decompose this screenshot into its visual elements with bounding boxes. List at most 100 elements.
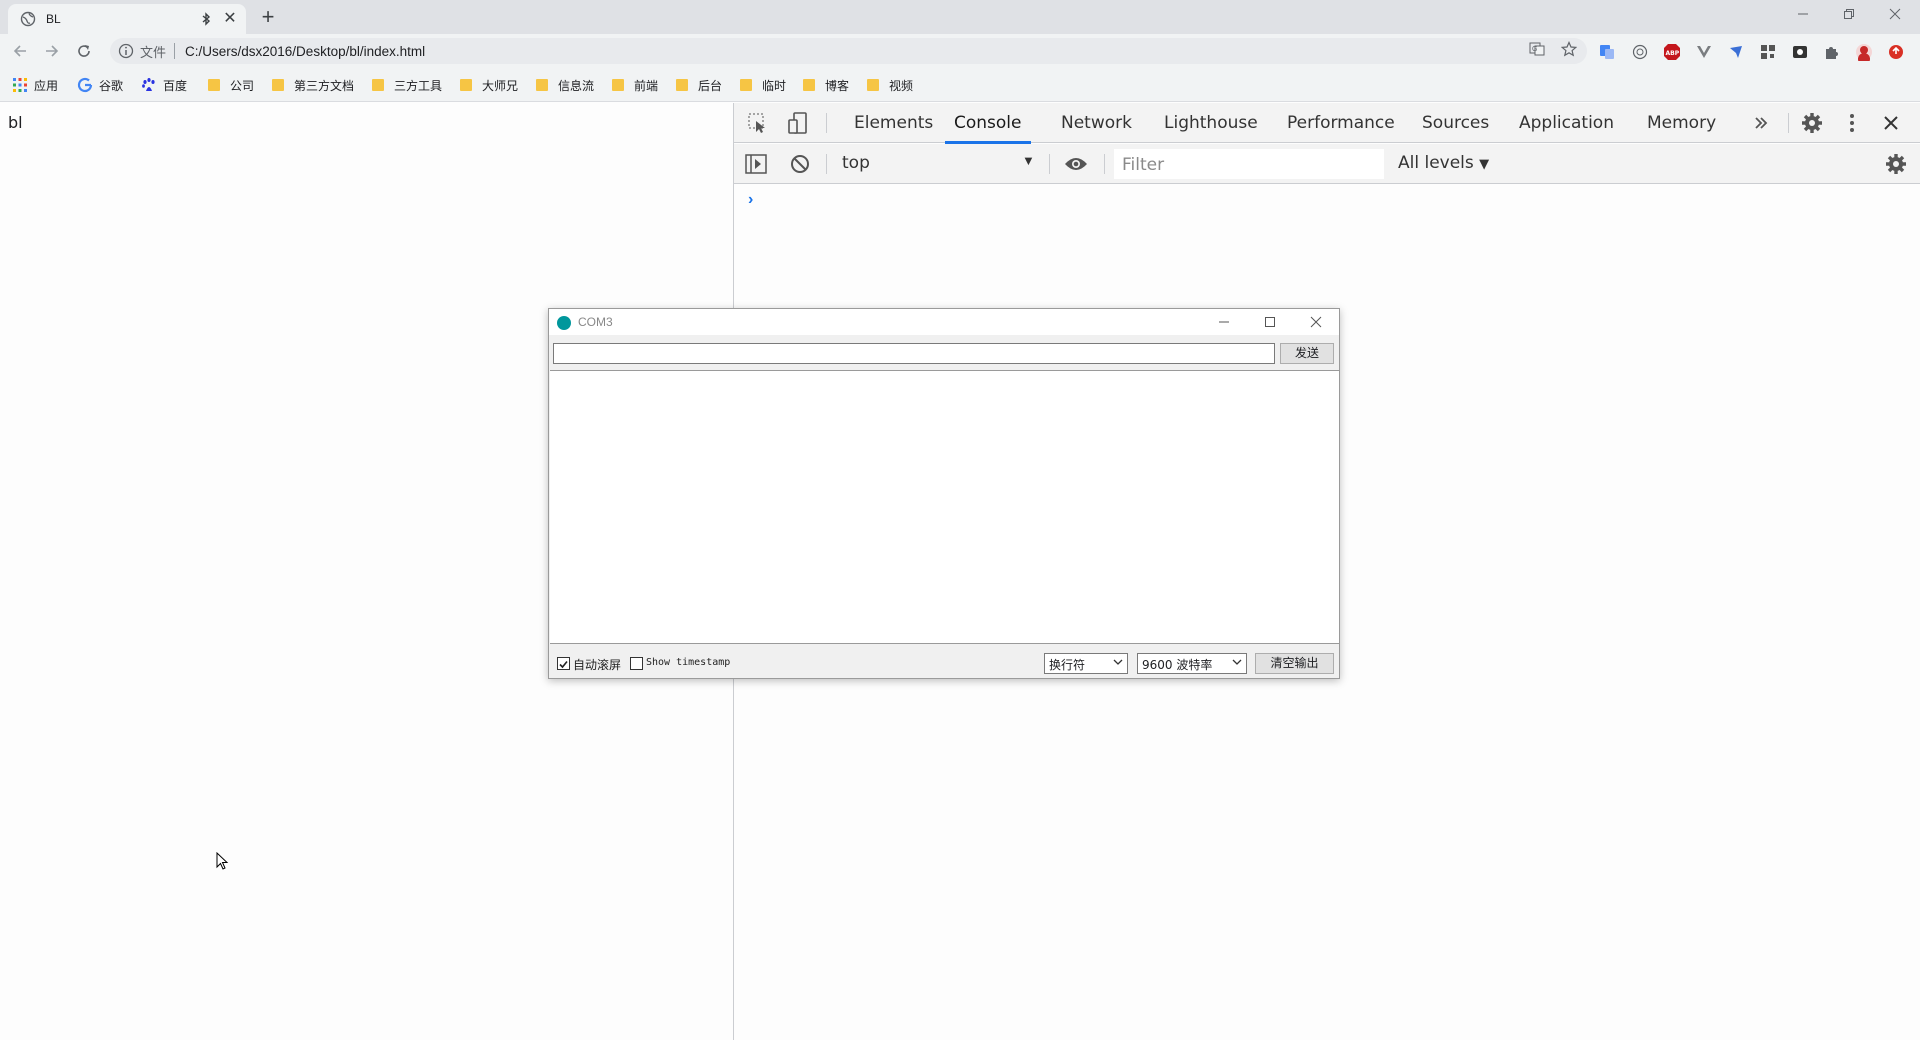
bookmark-folder-third-party-tools[interactable]: 三方工具 xyxy=(372,76,442,94)
reload-button[interactable] xyxy=(72,39,96,63)
device-mode-icon xyxy=(788,112,807,134)
serial-output-area[interactable] xyxy=(550,370,1339,644)
bookmark-folder-third-party-docs[interactable]: 第三方文档 xyxy=(272,76,354,94)
serial-minimize-button[interactable] xyxy=(1213,312,1235,332)
new-tab-button[interactable]: + xyxy=(254,4,282,32)
devtools-close-button[interactable] xyxy=(1879,111,1903,135)
log-levels-dropdown[interactable]: All levels ▼ xyxy=(1398,153,1489,173)
bookmark-label: 百度 xyxy=(163,78,188,93)
serial-monitor-footer: 自动滚屏 Show timestamp 换行符 9600 波特率 清空输出 xyxy=(549,647,1339,677)
chevron-down-icon xyxy=(1232,659,1242,665)
google-translate-extension-icon[interactable] xyxy=(1598,43,1616,61)
tab-close-icon[interactable]: ✕ xyxy=(222,11,238,27)
live-expression-button[interactable] xyxy=(1064,152,1088,176)
window-close-button[interactable] xyxy=(1872,0,1918,28)
serial-send-input[interactable] xyxy=(553,343,1275,364)
extensions-puzzle-icon[interactable] xyxy=(1823,43,1841,61)
tab-network[interactable]: Network xyxy=(1061,103,1132,143)
tab-memory[interactable]: Memory xyxy=(1647,103,1716,143)
translate-button[interactable]: G xyxy=(1527,39,1547,59)
serial-send-button[interactable]: 发送 xyxy=(1280,343,1334,364)
browser-tab[interactable]: BL ✕ xyxy=(8,4,246,34)
svg-text:ABP: ABP xyxy=(1666,50,1680,57)
bookmark-folder-blog[interactable]: 博客 xyxy=(803,76,849,94)
baud-rate-select[interactable]: 9600 波特率 xyxy=(1137,653,1247,674)
restore-icon xyxy=(1844,9,1854,19)
extension-circle-icon[interactable] xyxy=(1631,43,1649,61)
bookmark-folder-video[interactable]: 视频 xyxy=(867,76,913,94)
extension-arrow-icon[interactable] xyxy=(1727,43,1745,61)
address-bar[interactable]: 文件 C:/Users/dsx2016/Desktop/bl/index.htm… xyxy=(110,38,1587,64)
toolbar-divider xyxy=(1788,113,1789,133)
folder-icon xyxy=(536,79,548,91)
folder-icon xyxy=(272,79,284,91)
back-button[interactable] xyxy=(8,39,32,63)
reload-icon xyxy=(78,45,90,57)
tab-lighthouse[interactable]: Lighthouse xyxy=(1164,103,1258,143)
bookmark-folder-temp[interactable]: 临时 xyxy=(740,76,786,94)
inspect-cursor-icon xyxy=(748,113,765,133)
log-levels-label: All levels xyxy=(1398,153,1474,173)
bookmark-label: 临时 xyxy=(762,78,787,93)
more-tabs-button[interactable] xyxy=(1749,111,1773,135)
bookmark-folder-backend[interactable]: 后台 xyxy=(676,76,722,94)
bookmark-star-button[interactable] xyxy=(1559,39,1579,59)
clear-output-button[interactable]: 清空输出 xyxy=(1255,653,1334,674)
folder-icon xyxy=(460,79,472,91)
bookmark-folder-company[interactable]: 公司 xyxy=(208,76,254,94)
globe-icon xyxy=(20,11,36,27)
serial-monitor-titlebar[interactable]: COM3 xyxy=(549,309,1339,335)
chevron-down-icon xyxy=(1113,659,1123,665)
update-alert-icon[interactable] xyxy=(1887,43,1905,61)
adblock-extension-icon[interactable]: ABP xyxy=(1663,43,1681,61)
tab-console[interactable]: Console xyxy=(945,103,1031,144)
context-selector[interactable]: top xyxy=(842,153,1042,173)
qr-code-extension-icon[interactable] xyxy=(1759,43,1777,61)
inspect-element-button[interactable] xyxy=(746,111,770,135)
url-text: C:/Users/dsx2016/Desktop/bl/index.html xyxy=(185,43,426,59)
forward-button[interactable] xyxy=(40,39,64,63)
bookmark-google[interactable]: 谷歌 xyxy=(77,76,123,94)
console-settings-button[interactable] xyxy=(1884,152,1908,176)
bookmark-folder-frontend[interactable]: 前端 xyxy=(612,76,658,94)
bookmark-apps[interactable]: 应用 xyxy=(12,76,58,94)
bookmark-label: 应用 xyxy=(34,78,59,93)
page-body-text: bl xyxy=(8,113,23,132)
translate-icon: G xyxy=(1529,42,1545,56)
kebab-menu-icon xyxy=(1850,114,1854,132)
console-prompt-icon[interactable]: › xyxy=(748,191,753,209)
screenshot-extension-icon[interactable] xyxy=(1791,43,1809,61)
google-icon xyxy=(77,77,93,93)
omnibox-separator xyxy=(174,43,176,59)
line-ending-select[interactable]: 换行符 xyxy=(1044,653,1128,674)
tab-sources[interactable]: Sources xyxy=(1422,103,1489,143)
serial-maximize-button[interactable] xyxy=(1259,312,1281,332)
bookmark-folder-info-flow[interactable]: 信息流 xyxy=(536,76,594,94)
serial-close-button[interactable] xyxy=(1305,312,1327,332)
window-restore-button[interactable] xyxy=(1826,0,1872,28)
folder-icon xyxy=(208,79,220,91)
bookmark-label: 前端 xyxy=(634,78,659,93)
devtools-settings-button[interactable] xyxy=(1800,111,1824,135)
device-toolbar-button[interactable] xyxy=(786,111,810,135)
context-dropdown-arrow-icon[interactable]: ▼ xyxy=(1022,153,1035,168)
bookmark-baidu[interactable]: 百度 xyxy=(141,76,187,94)
profile-avatar-icon[interactable] xyxy=(1855,43,1873,61)
autoscroll-checkbox[interactable] xyxy=(557,657,570,670)
eye-icon xyxy=(1065,158,1087,170)
bookmark-folder-senior[interactable]: 大师兄 xyxy=(460,76,518,94)
show-sidebar-button[interactable] xyxy=(744,152,768,176)
console-filter-input[interactable]: Filter xyxy=(1114,149,1384,179)
show-timestamp-label: Show timestamp xyxy=(646,657,731,668)
vue-devtools-extension-icon[interactable] xyxy=(1695,43,1713,61)
clear-console-button[interactable] xyxy=(788,152,812,176)
tab-application[interactable]: Application xyxy=(1519,103,1614,143)
devtools-menu-button[interactable] xyxy=(1840,111,1864,135)
show-timestamp-checkbox[interactable] xyxy=(630,657,643,670)
tab-elements[interactable]: Elements xyxy=(854,103,933,143)
window-minimize-button[interactable] xyxy=(1780,0,1826,28)
folder-icon xyxy=(803,79,815,91)
bookmark-label: 博客 xyxy=(825,78,850,93)
tab-performance[interactable]: Performance xyxy=(1287,103,1395,143)
baud-rate-value: 9600 波特率 xyxy=(1142,658,1213,672)
